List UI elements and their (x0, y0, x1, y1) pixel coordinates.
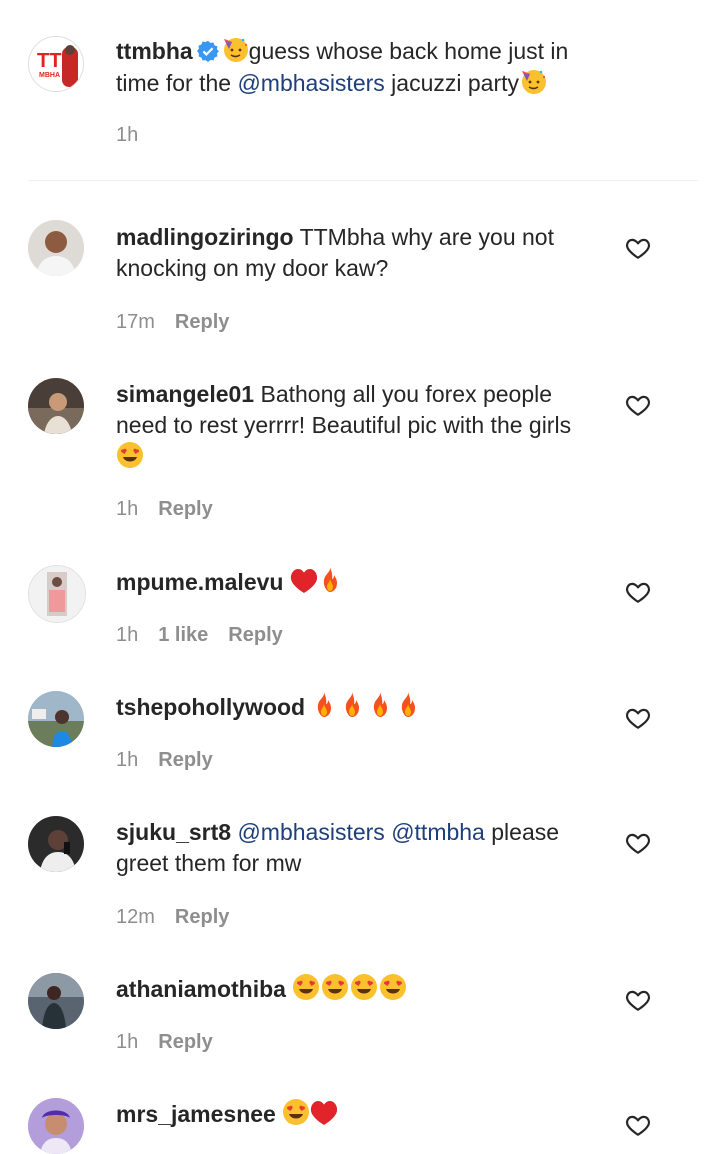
comment-meta: 12m Reply (116, 906, 229, 929)
comment-username[interactable]: tshepohollywood (116, 694, 305, 720)
reply-button[interactable]: Reply (158, 498, 212, 521)
comment-text: athaniamothiba (116, 973, 596, 1005)
comment-username[interactable]: sjuku_srt8 (116, 819, 231, 845)
ttmbha-logo-icon: TT MBHA (29, 37, 83, 91)
comment-username[interactable]: madlingoziringo (116, 224, 294, 250)
comment-meta: 1h Reply (116, 498, 213, 521)
heart-eyes-icon (282, 1098, 310, 1126)
avatar[interactable] (28, 691, 84, 747)
fire-icon (318, 566, 342, 594)
caption-username[interactable]: ttmbha (116, 38, 193, 64)
comment-mention[interactable]: @mbhasisters (237, 819, 384, 845)
reply-button[interactable]: Reply (158, 1031, 212, 1054)
comment-meta: 1h 1 like Reply (116, 624, 283, 647)
svg-text:TT: TT (37, 50, 61, 72)
fire-icon (368, 691, 392, 719)
profile-photo-icon (28, 973, 84, 1029)
profile-photo-icon (28, 1098, 84, 1154)
avatar[interactable] (28, 220, 84, 276)
comment-mention[interactable]: @ttmbha (391, 819, 485, 845)
like-heart-icon[interactable] (624, 1112, 652, 1138)
reply-button[interactable]: Reply (175, 311, 229, 334)
avatar[interactable] (28, 1098, 84, 1154)
like-heart-icon[interactable] (624, 830, 652, 856)
fire-icon (396, 691, 420, 719)
caption-body-b: jacuzzi party (384, 70, 519, 96)
like-count[interactable]: 1 like (158, 624, 208, 647)
profile-photo-icon (28, 220, 84, 276)
avatar[interactable] (28, 378, 84, 434)
profile-photo-icon (28, 691, 84, 747)
reply-button[interactable]: Reply (175, 906, 229, 929)
comment-username[interactable]: mrs_jamesnee (116, 1101, 276, 1127)
reply-button[interactable]: Reply (228, 624, 282, 647)
comment-meta: 1h Reply (116, 749, 213, 772)
avatar[interactable] (28, 816, 84, 872)
comment-username[interactable]: mpume.malevu (116, 569, 283, 595)
comment-time: 17m (116, 311, 155, 333)
avatar[interactable] (28, 565, 86, 623)
fire-icon (312, 691, 336, 719)
caption-meta: 1h (116, 124, 158, 147)
post-caption: TT MBHA ttmbha guess whose back home just… (0, 0, 720, 180)
comment-text: madlingoziringo TTMbha why are you not k… (116, 222, 596, 284)
red-heart-icon (310, 1100, 338, 1126)
party-face-icon (221, 35, 249, 63)
heart-eyes-icon (379, 973, 407, 1001)
caption-text: ttmbha guess whose back home just in time… (116, 35, 616, 99)
party-face-icon (519, 67, 547, 95)
comment-text: sjuku_srt8 @mbhasisters @ttmbha please g… (116, 817, 596, 879)
like-heart-icon[interactable] (624, 579, 652, 605)
comment-time: 1h (116, 1031, 139, 1053)
reply-button[interactable]: Reply (158, 749, 212, 772)
caption-time: 1h (116, 124, 139, 146)
profile-photo-icon (28, 378, 84, 434)
comment-time: 1h (116, 498, 139, 520)
profile-photo-icon (28, 816, 84, 872)
avatar[interactable]: TT MBHA (28, 36, 84, 92)
heart-eyes-icon (321, 973, 349, 1001)
comment-meta: 17m Reply (116, 311, 229, 334)
heart-eyes-icon (116, 441, 144, 469)
avatar[interactable] (28, 973, 84, 1029)
profile-photo-icon (29, 566, 85, 622)
comment-text: simangele01 Bathong all you forex people… (116, 379, 596, 473)
heart-eyes-icon (292, 973, 320, 1001)
caption-mention[interactable]: @mbhasisters (237, 70, 384, 96)
like-heart-icon[interactable] (624, 235, 652, 261)
red-heart-icon (290, 568, 318, 594)
comment-username[interactable]: simangele01 (116, 381, 254, 407)
divider (28, 180, 698, 181)
like-heart-icon[interactable] (624, 392, 652, 418)
svg-text:MBHA: MBHA (39, 72, 60, 79)
comment-text: mrs_jamesnee (116, 1098, 596, 1130)
verified-badge-icon (196, 40, 219, 62)
heart-eyes-icon (350, 973, 378, 1001)
comment-meta: 1h Reply (116, 1031, 213, 1054)
comment-time: 1h (116, 624, 139, 646)
fire-icon (340, 691, 364, 719)
comment-username[interactable]: athaniamothiba (116, 976, 286, 1002)
like-heart-icon[interactable] (624, 987, 652, 1013)
like-heart-icon[interactable] (624, 705, 652, 731)
comment-time: 1h (116, 749, 139, 771)
comment-time: 12m (116, 906, 155, 928)
comment-text: mpume.malevu (116, 566, 596, 598)
comment-text: tshepohollywood (116, 691, 596, 723)
